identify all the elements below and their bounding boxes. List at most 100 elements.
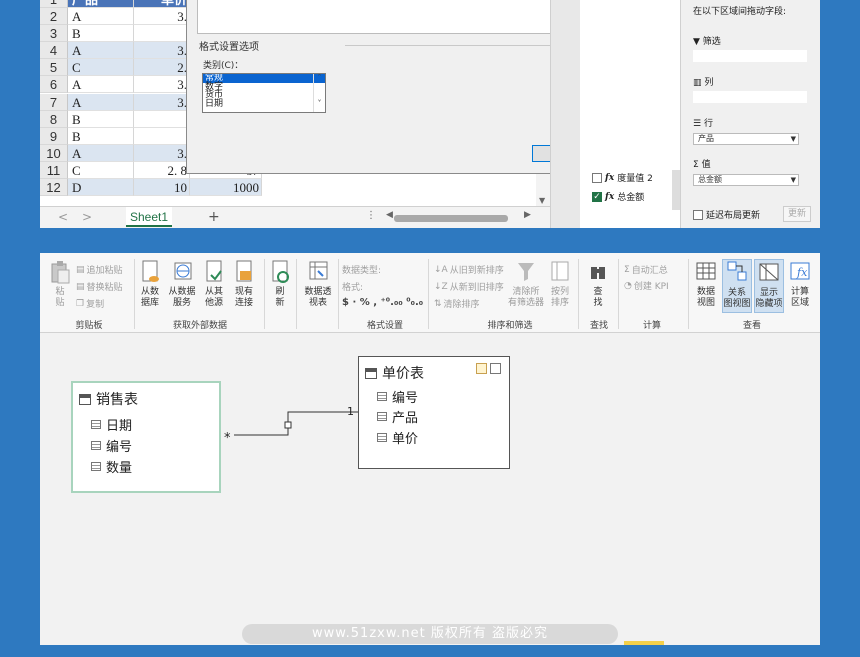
from-database-button[interactable]: 从数 据库 — [136, 259, 164, 309]
row-header[interactable]: 4 — [40, 42, 68, 60]
scroll-down-icon[interactable]: ▼ — [539, 196, 545, 205]
field-item-total-amount[interactable]: ✓ fx 总金额 — [592, 190, 644, 203]
add-sheet-button[interactable]: + — [208, 209, 220, 225]
field-id[interactable]: 编号 — [91, 436, 132, 455]
create-kpi-button[interactable]: ◔ 创建 KPI — [624, 279, 669, 293]
cell-product[interactable]: A — [68, 144, 134, 162]
row-header[interactable]: 11 — [40, 161, 68, 179]
prev-sheet-icon[interactable]: < — [58, 210, 68, 224]
row-header[interactable]: 8 — [40, 110, 68, 128]
paste-button[interactable]: 粘 贴 — [46, 259, 74, 309]
row-header[interactable]: 9 — [40, 127, 68, 145]
scroll-right-icon[interactable]: ▶ — [524, 210, 531, 220]
cell-product[interactable]: C — [68, 59, 134, 77]
cell-price[interactable]: 3. — [134, 42, 190, 60]
field-price[interactable]: 单价 — [377, 428, 418, 447]
cell-product[interactable]: A — [68, 42, 134, 60]
sort-asc-button[interactable]: ↓A 从旧到新排序 — [434, 263, 504, 277]
autosum-button[interactable]: Σ 自动汇总 — [624, 263, 668, 277]
areas-hint: 在以下区域间拖动字段: — [693, 7, 787, 17]
diagram-view-button[interactable]: 关系 图视图 — [722, 259, 752, 313]
scroll-thumb[interactable] — [394, 215, 508, 222]
replace-paste-button[interactable]: ▤ 替换粘贴 — [76, 280, 123, 294]
category-listbox[interactable]: ˄ ˅ 常规 数字 货币 日期 — [202, 73, 326, 113]
find-button[interactable]: 查 找 — [584, 259, 612, 309]
edit-table-icon[interactable] — [476, 363, 487, 374]
category-option[interactable]: 日期 — [203, 99, 325, 109]
column-header-price[interactable]: 单价 — [134, 0, 190, 8]
field-id[interactable]: 编号 — [377, 387, 418, 406]
sort-by-column-button[interactable]: 按列 排序 — [546, 259, 574, 309]
cell-price[interactable]: 2. 8 — [134, 161, 190, 179]
from-other-sources-button[interactable]: 从其 他源 — [200, 259, 228, 309]
defer-layout-checkbox[interactable]: 延迟布局更新 — [693, 208, 760, 221]
row-header[interactable]: 10 — [40, 144, 68, 162]
data-view-button[interactable]: 数据 视图 — [692, 259, 720, 309]
cell-product[interactable]: A — [68, 8, 134, 25]
cell-price[interactable]: 3. — [134, 144, 190, 162]
calculation-area-button[interactable]: fx 计算 区域 — [786, 259, 814, 309]
checkbox[interactable] — [592, 172, 602, 183]
diagram-canvas[interactable]: * 1 销售表 日期 编号 数量 单价表 编号 产品 单价 — [40, 333, 820, 645]
cell-product[interactable]: D — [68, 179, 134, 196]
checkbox-checked[interactable]: ✓ — [592, 191, 602, 202]
field-item-measure2[interactable]: fx 度量值 2 — [592, 171, 653, 184]
cell-product[interactable]: C — [68, 161, 134, 179]
row-header[interactable]: 6 — [40, 76, 68, 94]
field-product[interactable]: 产品 — [377, 407, 418, 426]
listbox-scrollbar[interactable]: ˄ ˅ — [313, 74, 325, 112]
clear-all-filters-button[interactable]: 清除所 有筛选器 — [506, 259, 546, 309]
sheet-tab-sheet1[interactable]: Sheet1 — [126, 207, 172, 227]
rows-field-dropdown[interactable]: 产品 ▼ — [693, 133, 799, 145]
cell-product[interactable]: A — [68, 76, 134, 94]
cell-product[interactable]: B — [68, 110, 134, 128]
cell-price[interactable]: 3. — [134, 93, 190, 111]
row-header[interactable]: 7 — [40, 93, 68, 111]
cell-price[interactable] — [134, 25, 190, 43]
cell-amount[interactable]: 1000 — [190, 179, 262, 196]
maximize-icon[interactable] — [490, 363, 501, 374]
cell-price[interactable]: 10 — [134, 179, 190, 196]
cell-price[interactable] — [134, 110, 190, 128]
sort-filter-group-label: 排序和筛选 — [487, 321, 533, 331]
scroll-left-icon[interactable]: ◀ — [386, 210, 393, 220]
cell-product[interactable]: B — [68, 127, 134, 145]
values-field-dropdown[interactable]: 总金额 ▼ — [693, 174, 799, 186]
field-scrollbar[interactable] — [672, 170, 680, 210]
sigma-icon: Σ — [693, 160, 702, 170]
row-header[interactable]: 1 — [40, 0, 68, 8]
field-quantity[interactable]: 数量 — [91, 457, 132, 476]
next-sheet-icon[interactable]: > — [82, 210, 92, 224]
cell-price[interactable] — [134, 127, 190, 145]
sales-table[interactable]: 销售表 日期 编号 数量 — [71, 381, 221, 493]
row-header[interactable]: 3 — [40, 25, 68, 43]
row-header[interactable]: 12 — [40, 179, 68, 196]
pivot-table-icon — [309, 261, 328, 280]
options-dots-icon[interactable]: ⋮ — [366, 210, 376, 221]
from-data-service-button[interactable]: 从数据 服务 — [166, 259, 198, 309]
cell-price[interactable]: 3. — [134, 76, 190, 94]
pivot-table-button[interactable]: 数据透 视表 — [300, 259, 336, 309]
update-button[interactable]: 更新 — [783, 206, 811, 222]
field-date[interactable]: 日期 — [91, 415, 132, 434]
row-header[interactable]: 5 — [40, 59, 68, 77]
cell-price[interactable]: 2. — [134, 59, 190, 77]
filter-drop-area[interactable] — [693, 50, 807, 62]
row-header[interactable]: 2 — [40, 8, 68, 25]
table-row[interactable]: 12 D 10 1000 — [40, 179, 340, 196]
refresh-button[interactable]: 刷 新 — [268, 259, 292, 309]
show-hidden-button[interactable]: 显示 隐藏项 — [754, 259, 784, 313]
horizontal-scrollbar[interactable]: ◀ ▶ ⋮ — [366, 207, 550, 227]
number-format-buttons[interactable]: $ · % , ⁺⁰.₀₀ ⁰₀.₀ — [342, 297, 423, 308]
sort-desc-button[interactable]: ↓Z 从新到旧排序 — [434, 280, 504, 294]
copy-button[interactable]: ❐ 复制 — [76, 297, 104, 311]
column-header-product[interactable]: 产品 — [68, 0, 134, 8]
cell-product[interactable]: A — [68, 93, 134, 111]
cell-product[interactable]: B — [68, 25, 134, 43]
price-table[interactable]: 单价表 编号 产品 单价 — [358, 356, 510, 469]
clear-sort-button[interactable]: ⇅ 清除排序 — [434, 297, 480, 311]
append-paste-button[interactable]: ▤ 追加粘贴 — [76, 263, 123, 277]
existing-connections-button[interactable]: 现有 连接 — [230, 259, 258, 309]
cell-price[interactable]: 3. — [134, 8, 190, 25]
columns-drop-area[interactable] — [693, 91, 807, 103]
